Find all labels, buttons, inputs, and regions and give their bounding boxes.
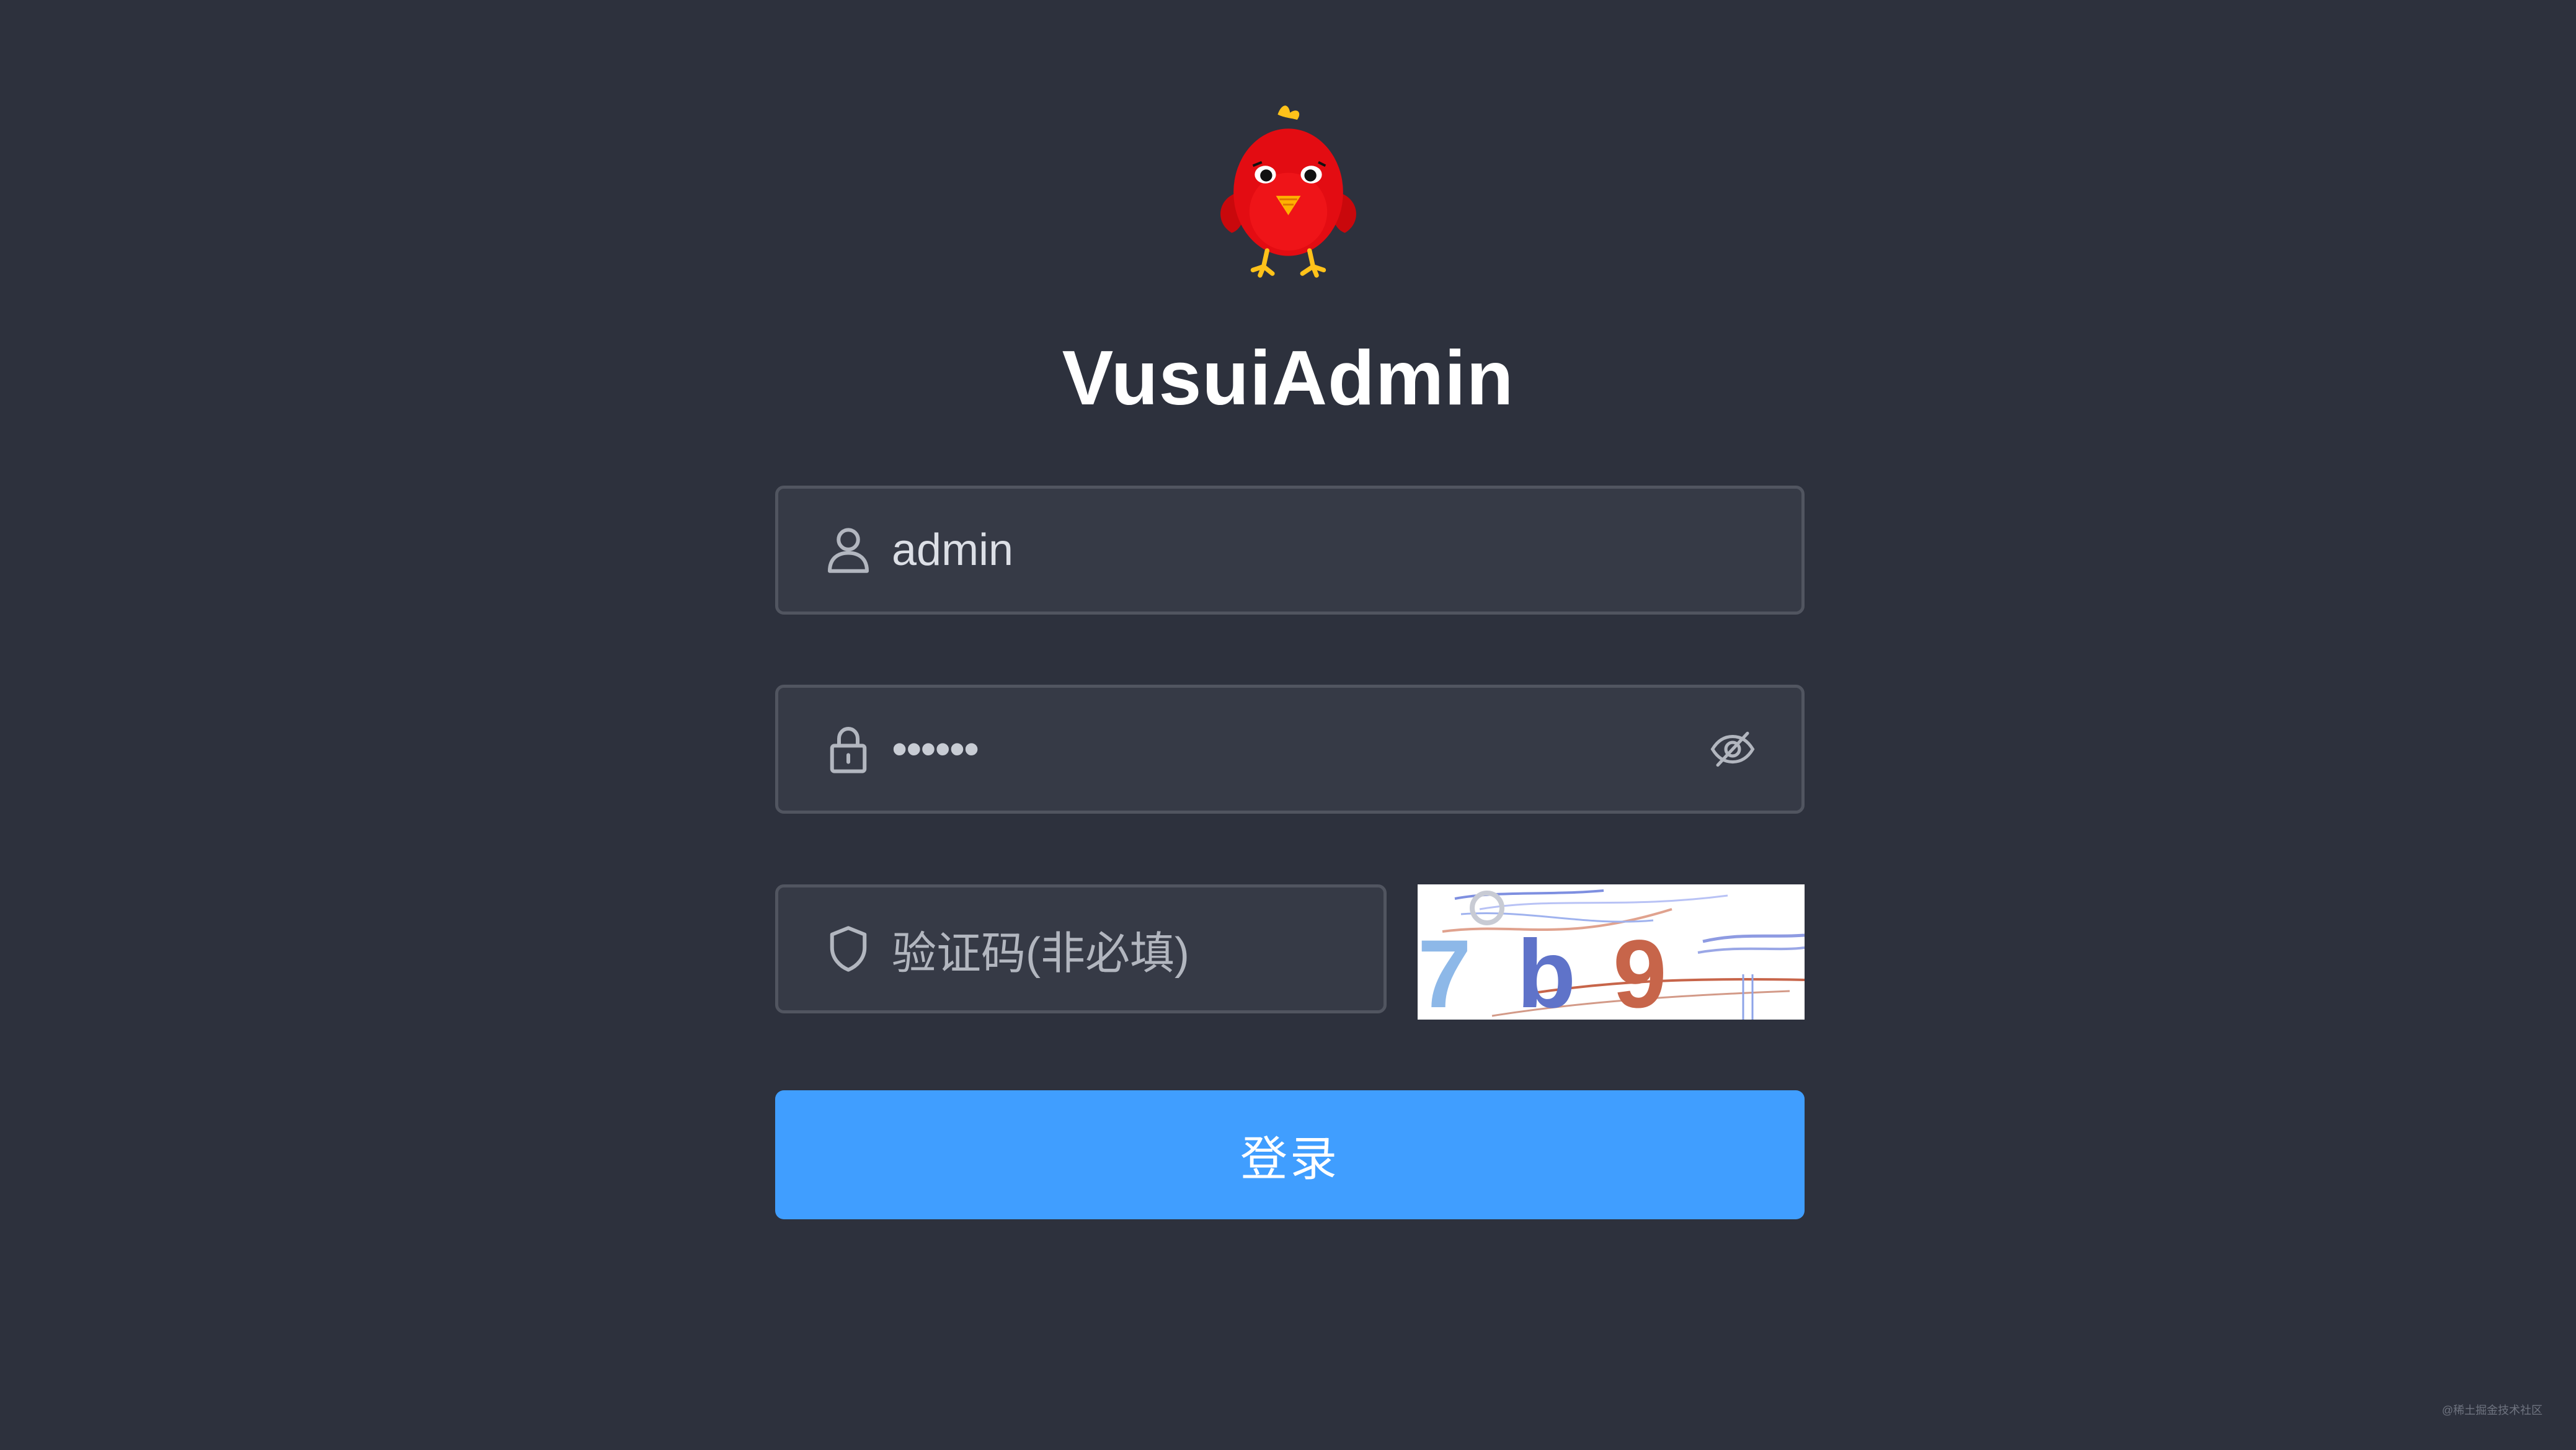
captcha-char: 9 xyxy=(1613,920,1667,1020)
captcha-placeholder: 验证码(非必填) xyxy=(892,928,1189,979)
password-value: •••••• xyxy=(892,724,979,774)
watermark: @稀土掘金技术社区 xyxy=(2441,1404,2543,1417)
app-title: VusuiAdmin xyxy=(1062,336,1514,421)
username-value: admin xyxy=(892,525,1014,575)
captcha-char: 7 xyxy=(1418,920,1472,1020)
captcha-char: b xyxy=(1517,920,1576,1020)
password-field[interactable]: •••••• xyxy=(775,685,1805,814)
user-icon xyxy=(828,528,869,573)
eye-hidden-icon[interactable] xyxy=(1707,724,1758,775)
login-button[interactable]: 登录 xyxy=(775,1090,1805,1219)
login-page: VusuiAdmin admin •••••• 验证码(非必填) 7 b 9 登… xyxy=(0,0,2576,1450)
captcha-image[interactable]: 7 b 9 xyxy=(1418,884,1805,1020)
bird-logo-icon xyxy=(1220,105,1356,278)
username-field[interactable]: admin xyxy=(775,486,1805,615)
shield-icon xyxy=(830,926,867,972)
lock-icon xyxy=(830,726,867,773)
captcha-field[interactable]: 验证码(非必填) xyxy=(775,884,1387,1013)
